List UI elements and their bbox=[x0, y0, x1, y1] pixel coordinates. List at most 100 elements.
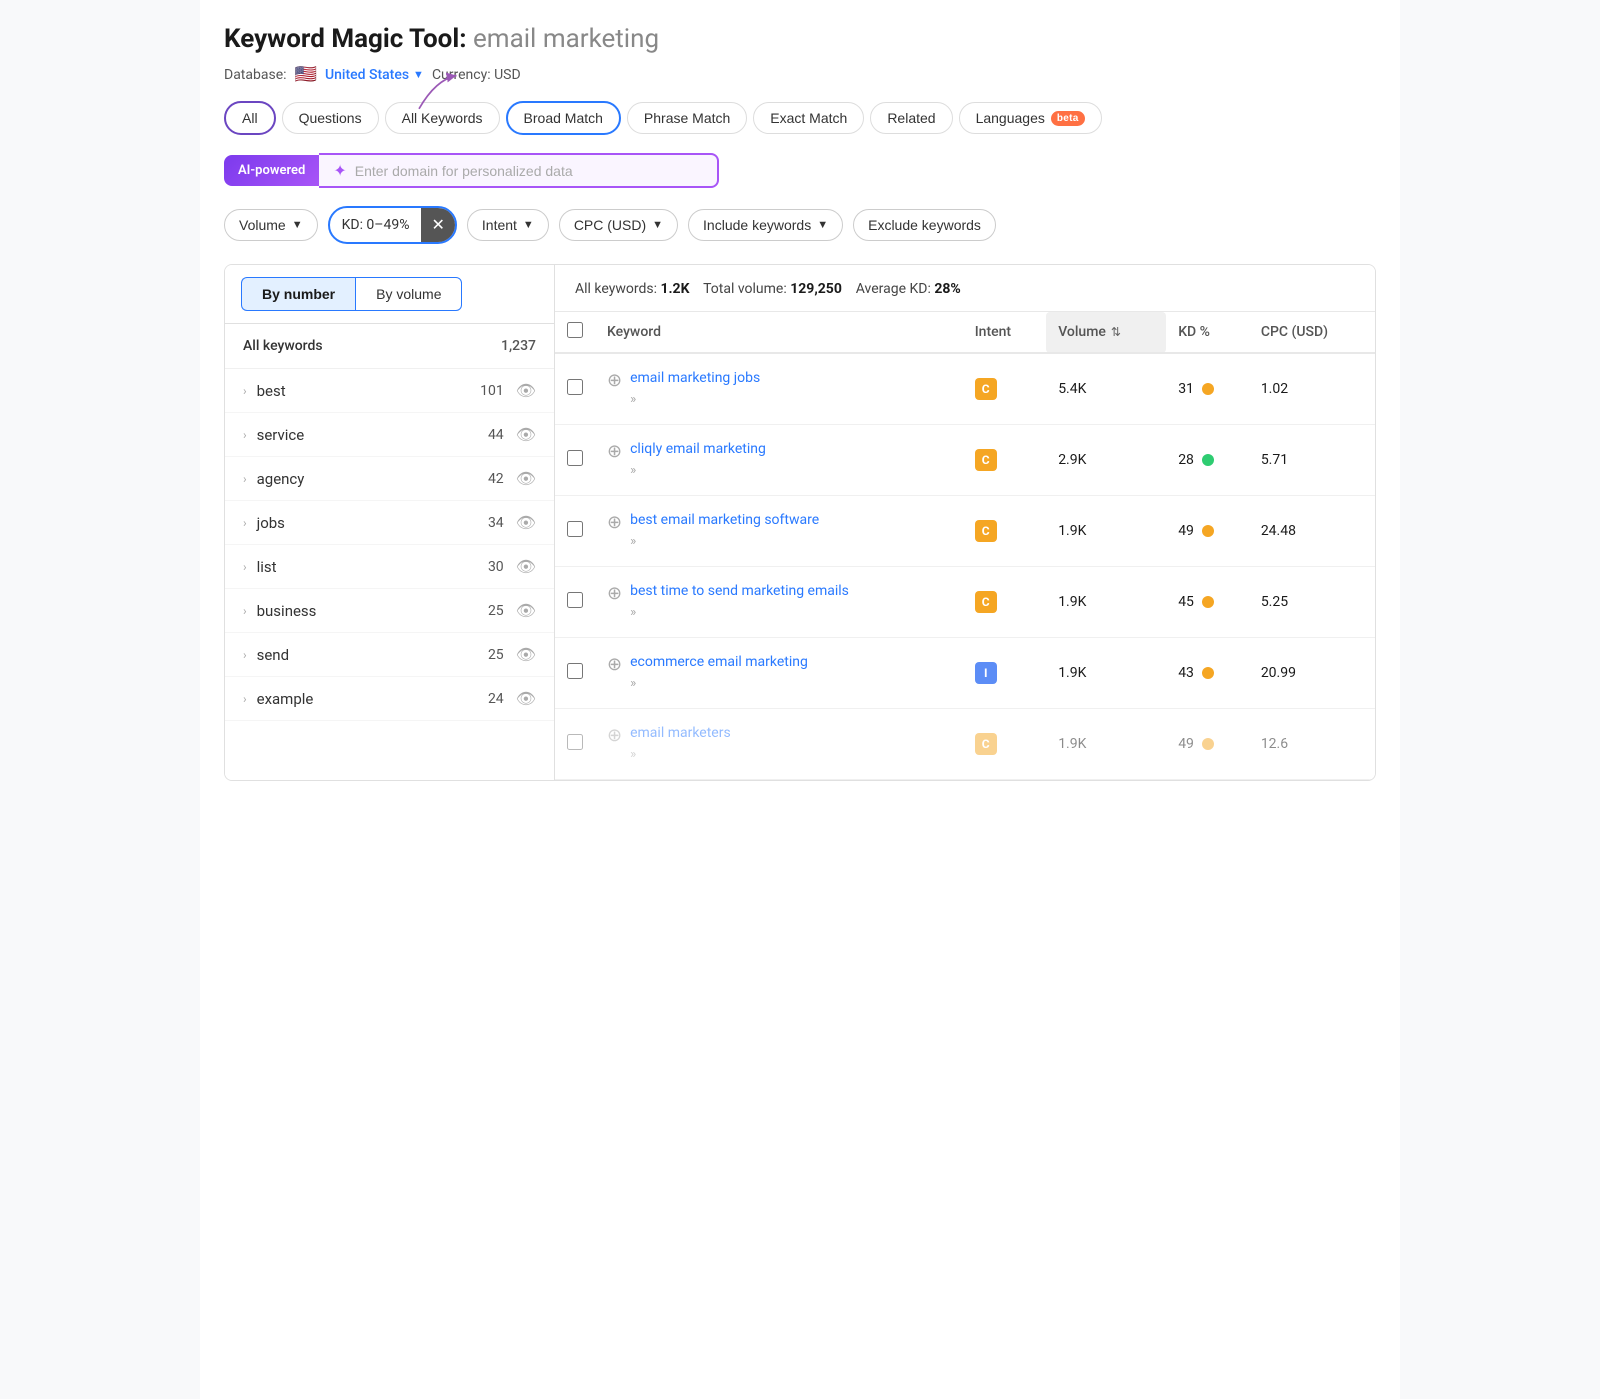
tab-related[interactable]: Related bbox=[870, 102, 952, 134]
title-keyword: email marketing bbox=[473, 24, 659, 54]
summary-kd: 28% bbox=[934, 281, 960, 297]
intent-badge: C bbox=[975, 520, 997, 542]
th-keyword: Keyword bbox=[595, 312, 963, 353]
add-keyword-icon[interactable]: ⊕ bbox=[607, 725, 622, 746]
select-all-checkbox[interactable] bbox=[567, 322, 583, 338]
kd-dot bbox=[1202, 525, 1214, 537]
cpc-value: 24.48 bbox=[1261, 523, 1296, 539]
sidebar-item-count: 44 bbox=[488, 427, 504, 443]
kd-value: 49 bbox=[1178, 736, 1194, 752]
th-kd: KD % bbox=[1166, 312, 1249, 353]
th-checkbox bbox=[555, 312, 595, 353]
add-keyword-icon[interactable]: ⊕ bbox=[607, 370, 622, 391]
row-cpc-cell: 5.71 bbox=[1249, 425, 1375, 496]
tab-phrase-match[interactable]: Phrase Match bbox=[627, 102, 747, 134]
kd-dot bbox=[1202, 738, 1214, 750]
cpc-filter[interactable]: CPC (USD) ▼ bbox=[559, 209, 678, 241]
ai-input-row: AI-powered ✦ bbox=[224, 153, 1376, 188]
eye-icon[interactable]: 👁 bbox=[516, 469, 536, 488]
tab-languages[interactable]: Languages beta bbox=[959, 102, 1102, 134]
keyword-link[interactable]: email marketing jobs bbox=[630, 368, 760, 389]
eye-icon[interactable]: 👁 bbox=[516, 381, 536, 400]
add-keyword-icon[interactable]: ⊕ bbox=[607, 583, 622, 604]
kd-dot bbox=[1202, 383, 1214, 395]
row-checkbox[interactable] bbox=[567, 379, 583, 395]
sidebar-item[interactable]: › example 24 👁 bbox=[225, 677, 554, 721]
cpc-filter-label: CPC (USD) bbox=[574, 217, 646, 233]
keyword-link[interactable]: email marketers bbox=[630, 723, 731, 744]
sidebar-item[interactable]: › best 101 👁 bbox=[225, 369, 554, 413]
tab-questions[interactable]: Questions bbox=[282, 102, 379, 134]
tab-all[interactable]: All bbox=[224, 101, 276, 135]
database-row: Database: 🇺🇸 United States ▼ Currency: U… bbox=[224, 64, 1376, 85]
ai-domain-input[interactable] bbox=[355, 163, 704, 179]
kd-value: 31 bbox=[1178, 381, 1194, 397]
row-volume-cell: 1.9K bbox=[1046, 638, 1166, 709]
eye-icon[interactable]: 👁 bbox=[516, 557, 536, 576]
sidebar-item[interactable]: › list 30 👁 bbox=[225, 545, 554, 589]
keyword-arrows: » bbox=[630, 392, 636, 407]
add-keyword-icon[interactable]: ⊕ bbox=[607, 441, 622, 462]
database-selector[interactable]: United States ▼ bbox=[325, 67, 424, 83]
add-keyword-icon[interactable]: ⊕ bbox=[607, 654, 622, 675]
sidebar-item[interactable]: › send 25 👁 bbox=[225, 633, 554, 677]
row-checkbox[interactable] bbox=[567, 521, 583, 537]
page-title: Keyword Magic Tool: email marketing bbox=[224, 24, 1376, 54]
include-keywords-filter[interactable]: Include keywords ▼ bbox=[688, 209, 843, 241]
kd-filter[interactable]: KD: 0–49% ✕ bbox=[328, 206, 457, 244]
table-summary: All keywords: 1.2K Total volume: 129,250… bbox=[555, 265, 1375, 312]
sidebar-item-label: list bbox=[257, 558, 488, 576]
exclude-keywords-filter[interactable]: Exclude keywords bbox=[853, 209, 996, 241]
sidebar-item[interactable]: › agency 42 👁 bbox=[225, 457, 554, 501]
row-checkbox[interactable] bbox=[567, 592, 583, 608]
cpc-value: 20.99 bbox=[1261, 665, 1296, 681]
sidebar-item-label: agency bbox=[257, 470, 488, 488]
tab-all-keywords[interactable]: All Keywords bbox=[385, 102, 500, 134]
eye-icon[interactable]: 👁 bbox=[516, 601, 536, 620]
th-volume[interactable]: Volume ⇅ bbox=[1046, 312, 1166, 353]
row-checkbox-cell bbox=[555, 567, 595, 638]
chevron-down-icon: ▼ bbox=[413, 68, 424, 81]
sidebar-item-label: example bbox=[257, 690, 488, 708]
sidebar-item[interactable]: › jobs 34 👁 bbox=[225, 501, 554, 545]
kd-clear-button[interactable]: ✕ bbox=[421, 208, 454, 242]
chevron-down-icon: ▼ bbox=[652, 219, 663, 231]
row-checkbox[interactable] bbox=[567, 450, 583, 466]
intent-filter-label: Intent bbox=[482, 217, 517, 233]
toggle-by-number[interactable]: By number bbox=[241, 277, 355, 311]
filters-row: Volume ▼ KD: 0–49% ✕ Intent ▼ CPC (USD) … bbox=[224, 206, 1376, 244]
eye-icon[interactable]: 👁 bbox=[516, 513, 536, 532]
row-intent-cell: C bbox=[963, 496, 1046, 567]
intent-filter[interactable]: Intent ▼ bbox=[467, 209, 549, 241]
eye-icon[interactable]: 👁 bbox=[516, 689, 536, 708]
add-keyword-icon[interactable]: ⊕ bbox=[607, 512, 622, 533]
tab-related-label: Related bbox=[887, 110, 935, 126]
row-keyword-cell: ⊕ email marketers » bbox=[595, 709, 963, 780]
keyword-arrows: » bbox=[630, 463, 636, 478]
sidebar-item[interactable]: › business 25 👁 bbox=[225, 589, 554, 633]
volume-value: 1.9K bbox=[1058, 736, 1086, 752]
kd-dot bbox=[1202, 667, 1214, 679]
row-checkbox[interactable] bbox=[567, 734, 583, 750]
keyword-arrows: » bbox=[630, 676, 636, 691]
keyword-link[interactable]: best email marketing software bbox=[630, 510, 819, 531]
toggle-by-volume[interactable]: By volume bbox=[355, 277, 462, 311]
keyword-link[interactable]: best time to send marketing emails bbox=[630, 581, 849, 602]
sidebar-item-count: 24 bbox=[488, 691, 504, 707]
tab-exact-match[interactable]: Exact Match bbox=[753, 102, 864, 134]
volume-value: 1.9K bbox=[1058, 523, 1086, 539]
sidebar-item[interactable]: › service 44 👁 bbox=[225, 413, 554, 457]
sidebar-item-label: best bbox=[257, 382, 480, 400]
volume-filter[interactable]: Volume ▼ bbox=[224, 209, 318, 241]
summary-kd-label: Average KD: bbox=[856, 281, 931, 297]
cpc-value: 12.6 bbox=[1261, 736, 1288, 752]
row-checkbox[interactable] bbox=[567, 663, 583, 679]
eye-icon[interactable]: 👁 bbox=[516, 425, 536, 444]
table-row: ⊕ email marketers » C 1.9K 49 bbox=[555, 709, 1375, 780]
row-keyword-cell: ⊕ ecommerce email marketing » bbox=[595, 638, 963, 709]
keyword-link[interactable]: cliqly email marketing bbox=[630, 439, 766, 460]
keyword-link[interactable]: ecommerce email marketing bbox=[630, 652, 808, 673]
eye-icon[interactable]: 👁 bbox=[516, 645, 536, 664]
kd-value: 43 bbox=[1178, 665, 1194, 681]
tab-broad-match[interactable]: Broad Match bbox=[506, 101, 621, 135]
